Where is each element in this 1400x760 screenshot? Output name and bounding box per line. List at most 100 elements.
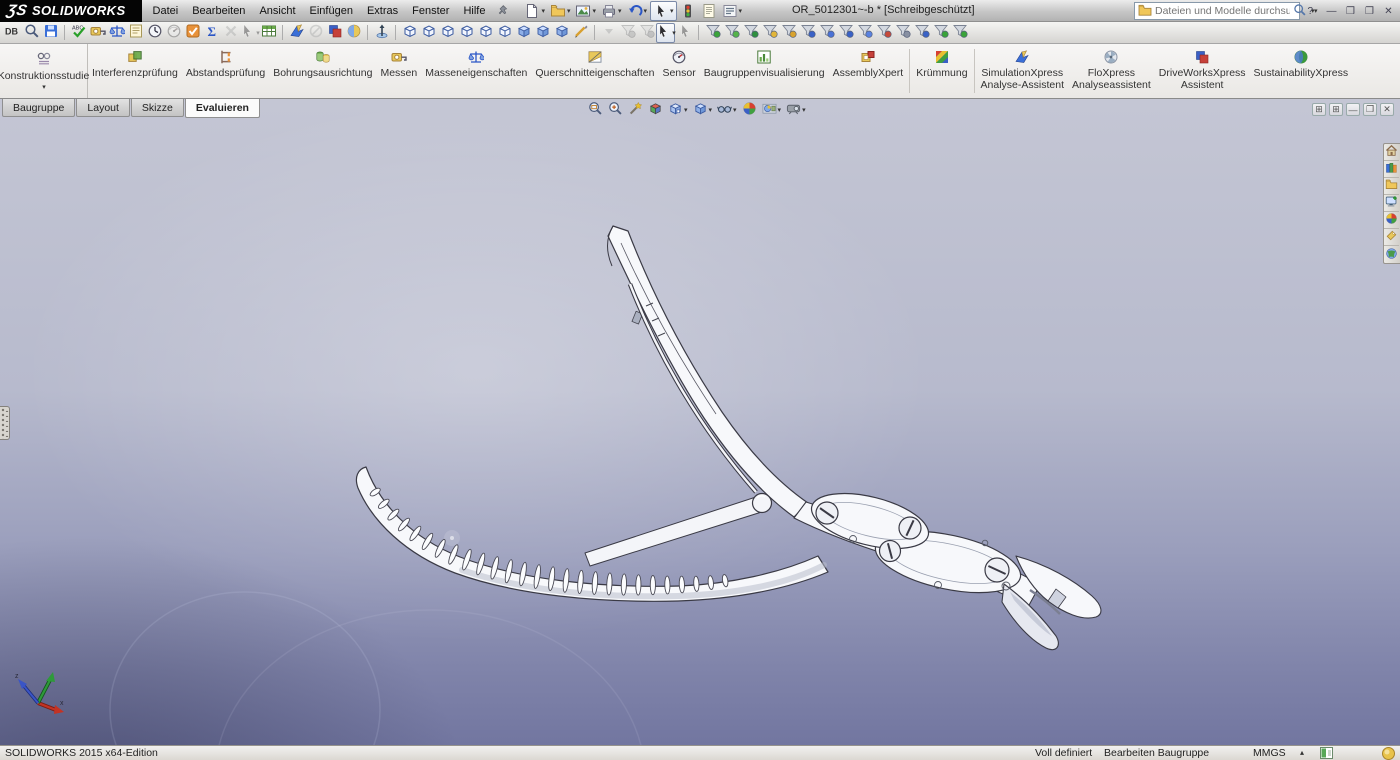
masseneigenschaften-button[interactable]: Masseneigenschaften [421,44,531,98]
menu-ansicht[interactable]: Ansicht [252,0,302,22]
hide-show-items-dropdown-icon[interactable]: ▾ [733,106,737,114]
new-motion-study-button[interactable] [552,23,571,43]
undo-button[interactable]: ▾ [625,1,650,21]
filter-vertices-button[interactable] [703,23,722,43]
filter-midpoints-button[interactable] [874,23,893,43]
filter-expand-button[interactable] [599,23,618,43]
search-box[interactable]: ▾ [1134,2,1300,20]
driveworksxpress-assistent-button[interactable]: DriveWorksXpress Assistent [1155,44,1250,98]
filter-axes-button[interactable] [798,23,817,43]
lasso-select-button[interactable] [675,23,694,43]
filter-reference-points-button[interactable] [912,23,931,43]
database-button[interactable]: DB [3,23,22,43]
appearances-scenes-button[interactable] [1384,212,1399,229]
open-document-button[interactable]: ▾ [548,1,573,21]
deviation-analysis-button[interactable] [221,23,240,43]
section-view-button[interactable] [646,101,665,119]
filter-center-of-mass-button[interactable] [893,23,912,43]
view-settings-dropdown-icon[interactable]: ▾ [802,106,806,114]
select-dropdown-icon[interactable]: ▾ [670,7,674,15]
open-document-dropdown-icon[interactable]: ▾ [567,7,571,15]
menu-extras[interactable]: Extras [360,0,405,22]
equations-button[interactable]: Σ [202,23,221,43]
view-palette-button[interactable] [1384,195,1399,212]
save-document-button[interactable]: ▾ [573,1,598,21]
tab-layout[interactable]: Layout [76,99,130,117]
sustainabilityxpress-button[interactable]: SustainabilityXpress [1250,44,1353,98]
restore-button[interactable]: ❒ [1342,3,1359,19]
toggle-selection-filter-button[interactable] [618,23,637,43]
filter-sketch-points-button[interactable] [836,23,855,43]
tab-evaluieren[interactable]: Evaluieren [185,99,260,118]
mass-properties-button[interactable] [107,23,126,43]
undo-dropdown-icon[interactable]: ▾ [644,7,648,15]
search-input[interactable] [1155,5,1290,17]
simulationxpress-analyse-assistent-button[interactable]: SimulationXpress Analyse-Assistent [977,44,1068,98]
doc-split-2-button[interactable]: ⊞ [1329,103,1343,116]
doc-split-1-button[interactable]: ⊞ [1312,103,1326,116]
help-dropdown-icon[interactable]: ▾ [1314,7,1318,15]
hide-show-items-button[interactable]: ▾ [715,101,739,119]
close-button[interactable]: ✕ [1380,3,1397,19]
filter-faces-button[interactable] [741,23,760,43]
assembly-features-button[interactable] [514,23,533,43]
compare-documents-button[interactable] [325,23,344,43]
linear-component-pattern-button[interactable] [438,23,457,43]
document-note-button[interactable] [126,23,145,43]
filter-planes-button[interactable] [817,23,836,43]
save-document-dropdown-icon[interactable]: ▾ [592,7,596,15]
apply-scene-dropdown-icon[interactable]: ▾ [778,106,782,114]
select-button[interactable]: ▾ [650,1,677,21]
design-library-button[interactable] [1384,161,1399,178]
solidworks-forum-button[interactable] [1384,246,1399,263]
display-style-dropdown-icon[interactable]: ▾ [709,106,713,114]
apply-scene-button[interactable]: ▾ [760,101,784,119]
design-study-button[interactable]: Konstruktionsstudie ▾ [0,44,88,98]
filter-sketch-segments-button[interactable] [855,23,874,43]
sketch-line-button[interactable] [571,23,590,43]
abstandsprufung-button[interactable]: Abstandsprüfung [182,44,269,98]
render-disabled-button[interactable] [306,23,325,43]
zoom-to-fit-button[interactable] [586,101,605,119]
menu-hilfe[interactable]: Hilfe [456,0,492,22]
reference-axis-button[interactable] [372,23,391,43]
view-orientation-button[interactable]: ▾ [666,101,690,119]
cascade-windows-button[interactable]: ❐ [1361,3,1378,19]
tab-baugruppe[interactable]: Baugruppe [2,99,75,117]
floxpress-analyseassistent-button[interactable]: FloXpress Analyseassistent [1068,44,1155,98]
print-dropdown-icon[interactable]: ▾ [618,7,622,15]
zoom-to-area-button[interactable] [606,101,625,119]
bohrungsausrichtung-button[interactable]: Bohrungsausrichtung [269,44,376,98]
search-commands-button[interactable] [22,23,41,43]
spell-check-button[interactable]: ABC [69,23,88,43]
doc-restore-button[interactable]: ❐ [1363,103,1377,116]
edit-appearance-button[interactable] [740,101,759,119]
file-properties-button[interactable] [699,1,719,21]
menu-einfuegen[interactable]: Einfügen [303,0,360,22]
reference-geometry-button[interactable] [533,23,552,43]
feature-manager-splitter-handle[interactable] [0,406,10,440]
solidworks-resources-button[interactable] [1384,144,1399,161]
assemblyxpert-button[interactable]: AssemblyXpert [829,44,908,98]
options-dropdown-icon[interactable]: ▾ [739,7,743,15]
filter-edges-button[interactable] [722,23,741,43]
options-button[interactable]: ▾ [720,1,745,21]
clear-all-filters-button[interactable] [637,23,656,43]
status-units-value[interactable]: MMGS [1253,746,1286,760]
rebuild-button[interactable] [678,1,698,21]
sensor-button[interactable]: Sensor [658,44,699,98]
interferenzprufung-button[interactable]: Interferenzprüfung [88,44,182,98]
previous-view-button[interactable] [626,101,645,119]
new-document-dropdown-icon[interactable]: ▾ [541,7,545,15]
units-dropdown-icon[interactable]: ▴ [1300,746,1304,760]
filter-connection-points-button[interactable] [950,23,969,43]
move-component-button[interactable] [476,23,495,43]
coin-icon[interactable] [1382,747,1395,760]
mate-button[interactable] [419,23,438,43]
doc-minimize-button[interactable]: — [1346,103,1360,116]
filter-surface-bodies-button[interactable] [760,23,779,43]
doc-close-button[interactable]: ✕ [1380,103,1394,116]
view-settings-button[interactable]: ▾ [784,101,808,119]
design-checker-button[interactable] [183,23,202,43]
menu-bearbeiten[interactable]: Bearbeiten [185,0,252,22]
